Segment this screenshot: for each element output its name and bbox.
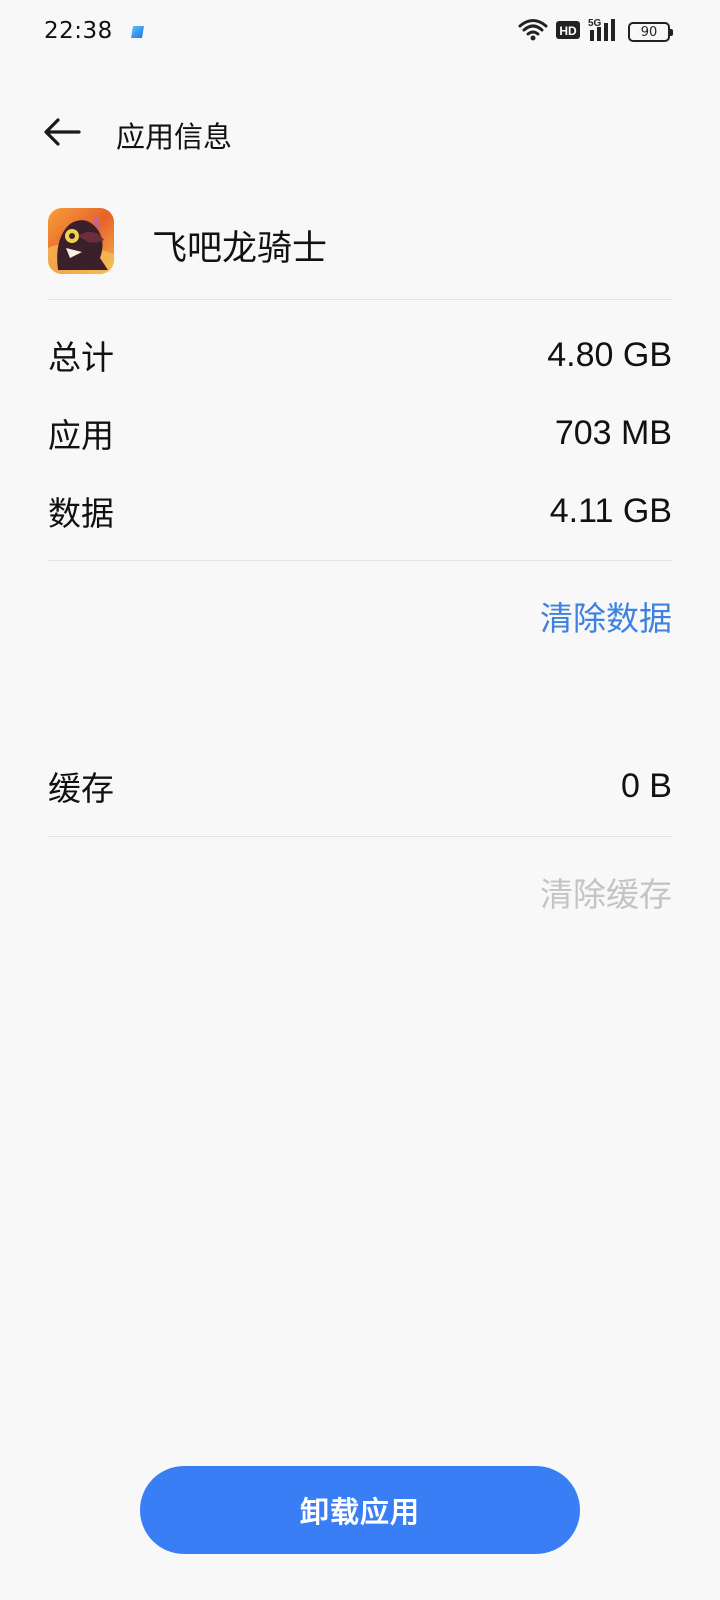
arrow-left-icon bbox=[43, 117, 81, 151]
cache-value: 0 B bbox=[620, 766, 672, 805]
hd-icon: HD bbox=[556, 20, 580, 44]
storage-row-app: 应用 703 MB bbox=[48, 408, 672, 458]
storage-row-data: 数据 4.11 GB bbox=[48, 486, 672, 536]
storage-value: 4.80 GB bbox=[547, 335, 672, 374]
divider bbox=[48, 560, 672, 561]
storage-row-total: 总计 4.80 GB bbox=[48, 330, 672, 380]
status-icons: HD 5G 90 bbox=[518, 17, 673, 47]
cache-label: 缓存 bbox=[48, 769, 114, 808]
storage-value: 703 MB bbox=[554, 413, 672, 452]
clear-data-button[interactable]: 清除数据 bbox=[540, 592, 672, 640]
app-info-screen: 22:38 HD 5G 90 应用信息 飞吧龙骑士 总计 4.80 GB 应用 … bbox=[0, 0, 720, 1600]
uninstall-button[interactable]: 卸载应用 bbox=[140, 1466, 580, 1554]
clear-cache-button[interactable]: 清除缓存 bbox=[540, 868, 672, 916]
storage-label: 应用 bbox=[48, 416, 114, 455]
cache-row: 缓存 0 B bbox=[48, 761, 672, 811]
wifi-icon bbox=[518, 18, 548, 46]
storage-label: 总计 bbox=[48, 338, 114, 377]
page-title: 应用信息 bbox=[116, 120, 233, 154]
header: 应用信息 bbox=[0, 100, 720, 164]
status-bar: 22:38 HD 5G 90 bbox=[0, 0, 720, 64]
app-identity: 飞吧龙骑士 bbox=[48, 208, 672, 278]
status-time: 22:38 bbox=[44, 18, 113, 44]
app-name: 飞吧龙骑士 bbox=[152, 229, 328, 269]
storage-label: 数据 bbox=[48, 494, 114, 533]
battery-icon: 90 bbox=[628, 22, 673, 42]
divider bbox=[48, 299, 672, 300]
notification-app-icon bbox=[130, 24, 146, 40]
back-button[interactable] bbox=[40, 112, 84, 156]
storage-value: 4.11 GB bbox=[549, 491, 672, 530]
signal-5g-icon: 5G bbox=[588, 17, 620, 47]
game-dragon-knight-icon bbox=[48, 208, 114, 274]
divider bbox=[48, 836, 672, 837]
svg-text:HD: HD bbox=[559, 24, 577, 38]
battery-level: 90 bbox=[640, 24, 658, 40]
